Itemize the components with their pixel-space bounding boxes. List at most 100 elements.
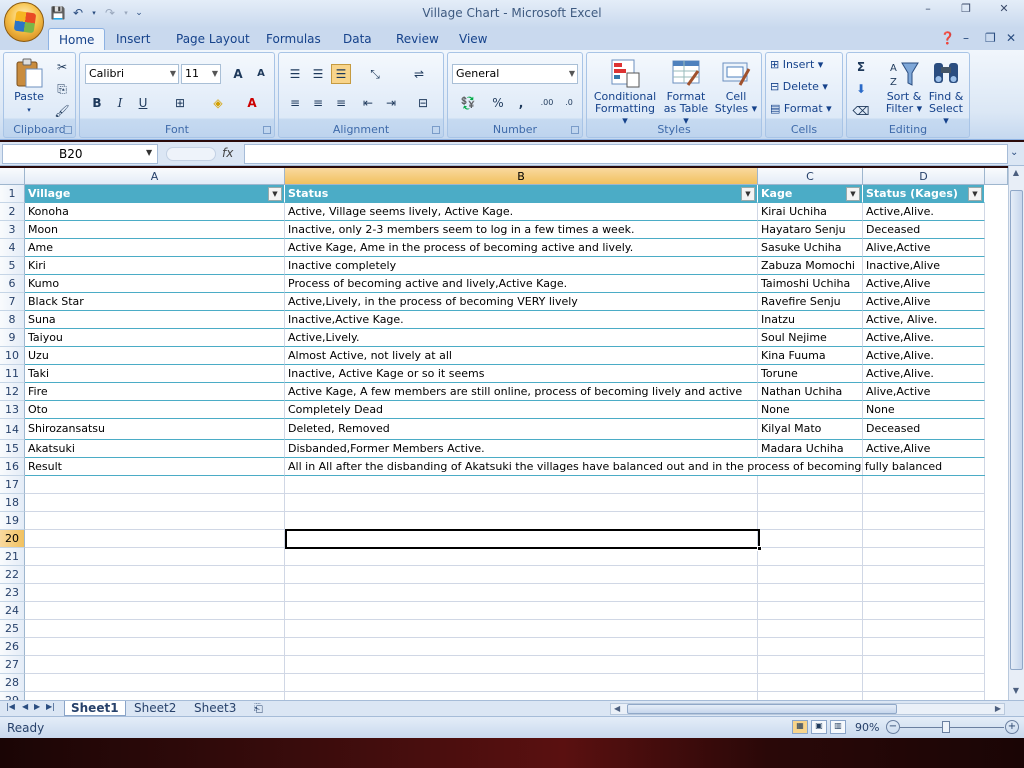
increase-indent-icon[interactable]: ⇥ xyxy=(381,93,401,113)
column-header-e[interactable] xyxy=(985,168,1008,185)
page-layout-view-icon[interactable]: ▣ xyxy=(811,720,827,734)
row-header[interactable]: 26 xyxy=(0,638,25,656)
column-header-d[interactable]: D xyxy=(863,168,985,185)
table-cell[interactable]: All in All after the disbanding of Akats… xyxy=(285,458,985,476)
row-header[interactable]: 12 xyxy=(0,383,25,401)
grid-cell[interactable] xyxy=(285,674,758,692)
scroll-left-icon[interactable]: ◀ xyxy=(614,704,620,713)
column-header-b[interactable]: B xyxy=(285,168,758,185)
font-name-select[interactable]: Calibri ▼ xyxy=(85,64,179,84)
number-launcher-icon[interactable] xyxy=(571,126,579,134)
grid-cell[interactable] xyxy=(863,476,985,494)
clear-icon[interactable]: ⌫ xyxy=(851,101,871,121)
grid-cell[interactable] xyxy=(25,674,285,692)
percent-button[interactable]: % xyxy=(488,93,508,113)
filter-dropdown-icon[interactable]: ▼ xyxy=(968,187,982,201)
grid-cell[interactable] xyxy=(863,548,985,566)
table-cell[interactable]: Oto xyxy=(25,401,285,419)
table-cell[interactable]: Result xyxy=(25,458,285,476)
row-header[interactable]: 24 xyxy=(0,602,25,620)
minimize-button[interactable]: – xyxy=(912,2,944,20)
table-cell[interactable]: Active,Lively. xyxy=(285,329,758,347)
zoom-slider-track[interactable] xyxy=(900,727,1004,728)
grid-cell[interactable] xyxy=(285,476,758,494)
grid-cell[interactable] xyxy=(25,692,285,700)
grid-cell[interactable] xyxy=(863,584,985,602)
cut-icon[interactable]: ✂ xyxy=(52,57,72,77)
table-cell[interactable]: Ravefire Senju xyxy=(758,293,863,311)
grid-cell[interactable] xyxy=(285,494,758,512)
table-cell[interactable]: Active,Alive. xyxy=(863,365,985,383)
bold-button[interactable]: B xyxy=(87,93,107,113)
grid-cell[interactable] xyxy=(25,548,285,566)
format-cells-button[interactable]: ▤ Format ▾ xyxy=(770,103,840,115)
table-cell[interactable]: Active, Village seems lively, Active Kag… xyxy=(285,203,758,221)
next-sheet-icon[interactable]: ▶ xyxy=(34,702,40,711)
grid-cell[interactable] xyxy=(758,638,863,656)
row-header[interactable]: 29 xyxy=(0,692,25,700)
row-header[interactable]: 3 xyxy=(0,221,25,239)
column-header-c[interactable]: C xyxy=(758,168,863,185)
grid-cell[interactable] xyxy=(25,530,285,548)
table-header-cell[interactable]: Status ▼ xyxy=(285,185,758,203)
sheet-tab-sheet3[interactable]: Sheet3 xyxy=(188,701,242,716)
grid-cell[interactable] xyxy=(285,548,758,566)
paste-button[interactable]: Paste ▾ xyxy=(8,57,50,116)
name-box[interactable]: B20 xyxy=(2,144,158,164)
italic-button[interactable]: I xyxy=(110,93,130,113)
grid-cell[interactable] xyxy=(758,548,863,566)
grid-cell[interactable] xyxy=(758,692,863,700)
table-cell[interactable]: Active,Alive. xyxy=(863,203,985,221)
grid-cell[interactable] xyxy=(25,638,285,656)
table-cell[interactable]: Active,Alive. xyxy=(863,347,985,365)
grid-cell[interactable] xyxy=(758,674,863,692)
conditional-formatting-button[interactable]: Conditional Formatting ▾ xyxy=(593,57,657,127)
horizontal-scrollbar[interactable]: ◀ ▶ xyxy=(610,703,1005,715)
row-header[interactable]: 2 xyxy=(0,203,25,221)
table-cell[interactable]: Alive,Active xyxy=(863,239,985,257)
format-as-table-button[interactable]: Format as Table ▾ xyxy=(661,57,711,127)
grid-cell[interactable] xyxy=(25,584,285,602)
table-cell[interactable]: Inactive, Active Kage or so it seems xyxy=(285,365,758,383)
grid-cell[interactable] xyxy=(25,512,285,530)
table-cell[interactable]: Ame xyxy=(25,239,285,257)
grid-cell[interactable] xyxy=(285,656,758,674)
normal-view-icon[interactable]: ▦ xyxy=(792,720,808,734)
table-cell[interactable]: Fire xyxy=(25,383,285,401)
table-cell[interactable]: Almost Active, not lively at all xyxy=(285,347,758,365)
row-header[interactable]: 14 xyxy=(0,419,25,440)
format-painter-icon[interactable]: 🖌 xyxy=(52,101,72,121)
table-cell[interactable]: Moon xyxy=(25,221,285,239)
tab-home[interactable]: Home xyxy=(48,28,106,50)
table-cell[interactable]: Active,Alive. xyxy=(863,329,985,347)
table-cell[interactable]: Torune xyxy=(758,365,863,383)
font-launcher-icon[interactable] xyxy=(263,126,271,134)
zoom-level[interactable]: 90% xyxy=(855,721,879,734)
filter-dropdown-icon[interactable]: ▼ xyxy=(268,187,282,201)
table-cell[interactable]: Konoha xyxy=(25,203,285,221)
table-cell[interactable]: None xyxy=(863,401,985,419)
row-header[interactable]: 17 xyxy=(0,476,25,494)
grid-cell[interactable] xyxy=(25,476,285,494)
wrap-text-icon[interactable]: ⇌ xyxy=(409,64,429,84)
office-button[interactable] xyxy=(4,2,44,42)
merge-center-icon[interactable]: ⊟ xyxy=(409,93,437,113)
shrink-font-button[interactable]: A xyxy=(251,64,271,84)
table-cell[interactable]: Kirai Uchiha xyxy=(758,203,863,221)
vertical-scrollbar[interactable]: ▲ ▼ xyxy=(1008,166,1024,700)
table-cell[interactable]: None xyxy=(758,401,863,419)
table-cell[interactable]: Inactive, only 2-3 members seem to log i… xyxy=(285,221,758,239)
table-cell[interactable]: Hayataro Senju xyxy=(758,221,863,239)
grid-cell[interactable] xyxy=(758,530,863,548)
align-left-icon[interactable]: ≡ xyxy=(285,93,305,113)
tab-review[interactable]: Review xyxy=(386,28,449,50)
row-header[interactable]: 27 xyxy=(0,656,25,674)
clipboard-launcher-icon[interactable] xyxy=(64,126,72,134)
grid-cell[interactable] xyxy=(863,656,985,674)
table-cell[interactable]: Taimoshi Uchiha xyxy=(758,275,863,293)
grid-cell[interactable] xyxy=(285,566,758,584)
grid-cell[interactable] xyxy=(863,692,985,700)
row-header[interactable]: 28 xyxy=(0,674,25,692)
table-cell[interactable]: Deleted, Removed xyxy=(285,419,758,440)
grid-cell[interactable] xyxy=(758,656,863,674)
